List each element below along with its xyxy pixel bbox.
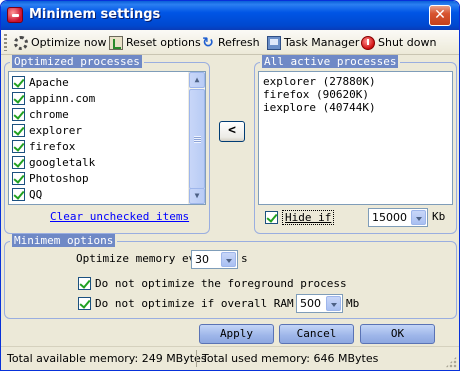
optimized-processes-group: Optimized processes Apache appinn.com chro… [4, 55, 210, 234]
ram-threshold-unit: Mb [346, 297, 360, 310]
optimize-now-button[interactable]: Optimize now [14, 33, 107, 52]
clear-unchecked-link[interactable]: Clear unchecked items [50, 210, 189, 223]
minimem-options-title: Minimem options [10, 234, 118, 247]
list-item[interactable]: appinn.com [10, 90, 187, 106]
hide-if-label: Hide if [282, 210, 335, 225]
process-checkbox[interactable] [12, 171, 25, 185]
list-item[interactable]: QQ [10, 186, 187, 202]
process-checkbox[interactable] [12, 123, 25, 137]
minimem-app-icon [7, 7, 23, 23]
process-name: appinn.com [29, 91, 96, 105]
process-checkbox[interactable] [12, 107, 25, 121]
optimize-every-value: 30 [195, 253, 209, 266]
ok-button[interactable]: OK [360, 324, 435, 344]
process-name: googletalk [29, 155, 96, 169]
process-name: explorer [29, 123, 82, 137]
active-processes-group: All active processes explorer (27880K) fi… [254, 55, 457, 234]
task-manager-icon [267, 35, 281, 50]
process-checkbox[interactable] [12, 139, 25, 153]
active-processes-list[interactable]: explorer (27880K) firefox (90620K) iexplor… [258, 71, 453, 205]
chevron-down-icon[interactable] [411, 210, 426, 225]
available-memory-status: Total available memory: 249 MBytes [7, 352, 207, 365]
task-manager-button[interactable]: Task Manager [267, 33, 359, 52]
chevron-down-icon[interactable] [221, 252, 236, 267]
toolbar-grip[interactable] [4, 34, 7, 51]
scroll-grip-icon [194, 136, 201, 143]
title-bar[interactable]: Minimem settings ✕ [1, 1, 459, 30]
list-item[interactable]: Photoshop [10, 170, 187, 186]
list-item[interactable]: firefox (90620K) [263, 88, 376, 101]
shut-down-button[interactable]: Shut down [361, 33, 436, 52]
refresh-button[interactable]: ↻ Refresh [201, 33, 260, 52]
list-item[interactable]: firefox [10, 138, 187, 154]
scroll-thumb[interactable] [189, 89, 205, 189]
cancel-button[interactable]: Cancel [279, 324, 354, 344]
hide-if-checkbox[interactable] [265, 211, 278, 224]
no-foreground-label: Do not optimize the foreground process [95, 277, 347, 290]
move-to-optimized-button[interactable]: < [219, 121, 245, 142]
status-separator [196, 350, 197, 367]
optimized-list-scrollbar[interactable]: ▲ ▼ [188, 72, 205, 204]
hide-if-threshold-select[interactable]: 15000 [368, 208, 428, 227]
reset-options-button[interactable]: Reset options [109, 33, 201, 52]
resize-grip-icon[interactable] [445, 356, 457, 368]
process-name: firefox [29, 139, 76, 153]
window-title: Minimem settings [29, 7, 161, 22]
process-checkbox[interactable] [12, 187, 25, 201]
task-manager-label: Task Manager [284, 36, 360, 49]
hide-if-option[interactable]: Hide if [265, 210, 335, 225]
list-item[interactable]: Apache [10, 74, 187, 90]
process-checkbox[interactable] [12, 75, 25, 89]
scroll-up-button[interactable]: ▲ [189, 72, 205, 88]
list-item[interactable]: chrome [10, 106, 187, 122]
settings-window: Minimem settings ✕ Optimize now Reset op… [0, 0, 460, 371]
minimem-options-group: Minimem options Optimize memory eve 30 s… [4, 234, 457, 319]
status-bar: Total available memory: 249 MBytes Total… [1, 346, 459, 370]
used-memory-status: Total used memory: 646 MBytes [202, 352, 379, 365]
process-name: QQ [29, 187, 43, 201]
optimize-icon [14, 35, 28, 50]
reset-options-label: Reset options [126, 36, 201, 49]
no-foreground-option[interactable]: Do not optimize the foreground process [78, 277, 347, 290]
ram-threshold-label: Do not optimize if overall RAM av [95, 297, 314, 310]
ram-threshold-select[interactable]: 500 [296, 294, 343, 313]
process-checkbox[interactable] [12, 155, 25, 169]
optimize-every-unit: s [241, 252, 248, 265]
apply-button[interactable]: Apply [199, 324, 274, 344]
refresh-label: Refresh [218, 36, 260, 49]
optimize-every-select[interactable]: 30 [191, 250, 238, 269]
optimized-processes-list[interactable]: Apache appinn.com chrome explorer firefox goo… [8, 71, 206, 205]
list-item[interactable]: explorer [10, 122, 187, 138]
ram-threshold-option[interactable]: Do not optimize if overall RAM av [78, 297, 314, 310]
close-button[interactable]: ✕ [429, 5, 451, 26]
hide-if-unit: Kb [432, 210, 446, 223]
active-processes-title: All active processes [260, 55, 401, 68]
ram-threshold-checkbox[interactable] [78, 297, 91, 310]
scroll-down-button[interactable]: ▼ [189, 188, 205, 204]
list-item[interactable]: explorer (27880K) [263, 75, 376, 88]
optimize-now-label: Optimize now [31, 36, 107, 49]
process-name: chrome [29, 107, 69, 121]
shut-down-label: Shut down [378, 36, 437, 49]
ram-threshold-value: 500 [300, 297, 321, 310]
hide-if-threshold-value: 15000 [372, 211, 407, 224]
optimized-processes-title: Optimized processes [10, 55, 144, 68]
reset-icon [109, 35, 123, 50]
list-item[interactable]: iexplore (40744K) [263, 101, 376, 114]
refresh-icon: ↻ [202, 34, 214, 51]
process-checkbox[interactable] [12, 91, 25, 105]
optimize-every-label: Optimize memory eve [76, 252, 202, 265]
shut-down-icon [361, 35, 375, 50]
process-name: Apache [29, 75, 69, 89]
no-foreground-checkbox[interactable] [78, 277, 91, 290]
process-name: Photoshop [29, 171, 89, 185]
list-item[interactable]: googletalk [10, 154, 187, 170]
toolbar: Optimize now Reset options ↻ Refresh Tas… [1, 30, 459, 55]
chevron-down-icon[interactable] [326, 296, 341, 311]
